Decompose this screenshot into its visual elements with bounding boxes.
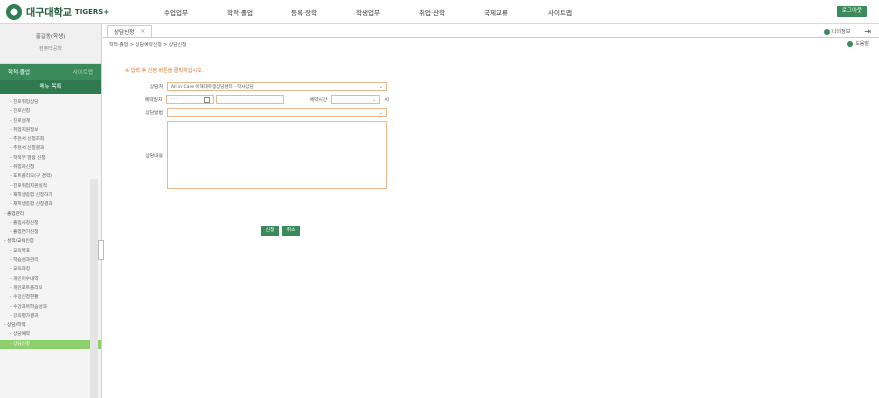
sidebar-item[interactable]: - 졸업연기신청	[0, 228, 101, 237]
logo-subtext: TIGERS+	[75, 7, 110, 16]
chevron-down-icon: ⌄	[372, 96, 377, 103]
nav-item-academic[interactable]: 학적·졸업	[208, 7, 272, 17]
counsel-form: 상담처 All in Care 이해대학생상담센터 - 학사상담 ⌄ 예약일자 …	[133, 82, 389, 193]
breadcrumb: 학적·졸업 > 상담예약신청 > 상담신청	[109, 42, 187, 48]
sidebar-item[interactable]: - 취업자신청	[0, 163, 101, 172]
instruction-notice: ※ 입력 후 신청 버튼을 클릭하십시오.	[125, 68, 204, 74]
sidebar-item[interactable]: - 진로취업지원실적	[0, 182, 101, 191]
nav-item-career[interactable]: 취업·산학	[400, 7, 464, 17]
sidebar-group[interactable]: - 성적/교육인증	[0, 237, 101, 246]
info-icon	[823, 28, 830, 35]
profile-name: 홍길동(학생)	[35, 34, 66, 40]
sidebar-item[interactable]: - 개인포트폴리오	[0, 284, 101, 293]
menu-header-title: 학적·졸업	[8, 70, 30, 76]
sidebar-item[interactable]: - 학습성과관리	[0, 256, 101, 265]
chevron-down-icon: ⌄	[378, 109, 383, 116]
date-input[interactable]: - - -	[166, 95, 214, 104]
sidebar-item[interactable]: - 수강신청현황	[0, 293, 101, 302]
apply-button[interactable]: 신청	[261, 226, 279, 236]
sidebar-item[interactable]: - 포트폴리오(구 경력)	[0, 172, 101, 181]
sidebar-item[interactable]: - 진로설계	[0, 117, 101, 126]
user-profile: 홍길동(학생) 컴퓨터공학	[0, 24, 101, 64]
nav-item-international[interactable]: 국제교류	[464, 7, 528, 17]
close-icon[interactable]: ×	[140, 28, 145, 35]
sidebar-item[interactable]: - 학적부 열람 신청	[0, 154, 101, 163]
top-right-tools: 나의정보 ⇥	[823, 27, 871, 36]
tab-bar: 상담신청 ×	[103, 24, 879, 38]
date-label: 예약일자	[144, 98, 163, 103]
time-unit: 시	[384, 97, 389, 103]
chevron-down-icon: ⌄	[378, 83, 383, 90]
type-select[interactable]: ⌄	[167, 108, 387, 117]
content-textarea[interactable]	[167, 121, 387, 189]
sidebar-item[interactable]: - 졸업사정신청	[0, 219, 101, 228]
counselor-label: 상담처	[149, 85, 163, 90]
sidebar-item[interactable]: - 재학생종합 신청하기	[0, 191, 101, 200]
university-logo[interactable]: 대구대학교 TIGERS+	[6, 3, 136, 20]
sidebar-item[interactable]: - 진로취업상담	[0, 98, 101, 107]
profile-department: 컴퓨터공학	[38, 46, 62, 52]
menu-list-title: 메뉴 목록	[0, 80, 101, 94]
sidebar: 홍길동(학생) 컴퓨터공학 학적·졸업 사이트맵 메뉴 목록 - 진로취업상담 -…	[0, 24, 102, 398]
logout-button[interactable]: 로그아웃	[837, 6, 867, 17]
calendar-icon[interactable]	[203, 96, 210, 103]
sidebar-scrollbar[interactable]	[90, 179, 98, 398]
sidebar-menu-list: - 진로취업상담 - 진로신청 - 진로설계 - 취업지원정보 - 추천서 신청조회 - …	[0, 94, 101, 350]
tab-counsel-apply[interactable]: 상담신청 ×	[107, 25, 153, 37]
nav-item-class[interactable]: 수업업무	[144, 7, 208, 17]
nav-item-sitemap[interactable]: 사이트맵	[528, 7, 592, 17]
help-label: 도움말	[855, 41, 869, 47]
time-label: 예약시간	[309, 98, 328, 103]
content-row: 상담내용	[133, 121, 389, 189]
counselor-select[interactable]: All in Care 이해대학생상담센터 - 학사상담 ⌄	[167, 82, 387, 91]
sidebar-item[interactable]: - 재학생종합 신청결과	[0, 200, 101, 209]
help-icon	[847, 40, 854, 47]
cancel-button[interactable]: 취소	[282, 226, 300, 236]
action-buttons: 신청 취소	[261, 226, 300, 236]
sidebar-item[interactable]: - 개인이수내역	[0, 275, 101, 284]
tab-label: 상담신청	[114, 29, 135, 36]
main-nav: 수업업무 학적·졸업 등록·장학 학생업무 취업·산학 국제교류 사이트맵	[144, 7, 592, 17]
logo-text: 대구대학교	[26, 8, 72, 19]
main-content: 상담신청 × 나의정보 ⇥ 학적·졸업 > 상담예약신청 > 상담신청 도움말 …	[103, 24, 879, 398]
date-extra-input[interactable]	[215, 95, 285, 104]
menu-header-sitemap[interactable]: 사이트맵	[73, 68, 93, 76]
sidebar-group[interactable]: - 상담/학적	[0, 321, 101, 330]
sidebar-item[interactable]: - 강의평가결과	[0, 312, 101, 321]
my-info-link[interactable]: 나의정보	[832, 28, 850, 35]
sidebar-item[interactable]: - 교육목표	[0, 247, 101, 256]
sidebar-item[interactable]: - 추천서 신청조회	[0, 135, 101, 144]
content-label: 상담내용	[145, 153, 163, 159]
sidebar-menu-header[interactable]: 학적·졸업 사이트맵	[0, 64, 101, 80]
type-row: 상담방법 ⌄	[133, 108, 389, 117]
counselor-value: All in Care 이해대학생상담센터 - 학사상담	[171, 84, 254, 90]
date-placeholder: - - -	[170, 97, 179, 102]
nav-item-student[interactable]: 학생업무	[336, 7, 400, 17]
sidebar-item[interactable]: - 진로신청	[0, 107, 101, 116]
date-time-row: 예약일자 - - - 예약시간 ⌄ 시	[133, 95, 389, 104]
counselor-row: 상담처 All in Care 이해대학생상담센터 - 학사상담 ⌄	[133, 82, 389, 91]
top-navigation-bar: 대구대학교 TIGERS+ 수업업무 학적·졸업 등록·장학 학생업무 취업·산…	[0, 0, 879, 24]
nav-item-registration[interactable]: 등록·장학	[272, 7, 336, 17]
sidebar-item[interactable]: - 수강과목학습성과	[0, 303, 101, 312]
time-select[interactable]: ⌄	[331, 95, 381, 104]
help-button[interactable]: 도움말	[847, 40, 869, 47]
sidebar-group[interactable]: - 졸업관리	[0, 210, 101, 219]
exit-icon[interactable]: ⇥	[864, 27, 871, 36]
type-label: 상담방법	[145, 111, 163, 116]
sidebar-item[interactable]: - 취업지원정보	[0, 126, 101, 135]
university-emblem-icon	[6, 3, 22, 20]
sidebar-item[interactable]: - 상담예약	[0, 330, 101, 339]
sidebar-item[interactable]: - 교육과정	[0, 265, 101, 274]
sidebar-item[interactable]: - 추천서 신청결과	[0, 144, 101, 153]
sidebar-item[interactable]: - 상담신청	[0, 339, 101, 350]
